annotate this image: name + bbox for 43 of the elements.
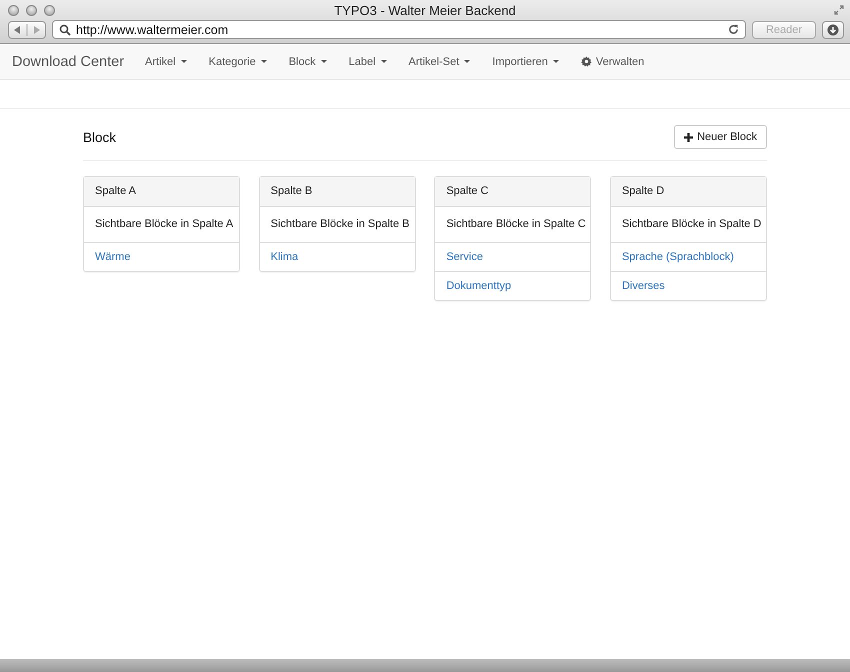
minimize-icon[interactable] <box>26 5 37 16</box>
window-title: TYPO3 - Walter Meier Backend <box>334 2 516 19</box>
panel-subtitle: Sichtbare Blöcke in Spalte A <box>94 217 234 232</box>
panel-heading: Spalte B <box>260 177 415 207</box>
download-icon <box>827 24 839 36</box>
close-icon[interactable] <box>8 5 19 16</box>
caret-icon <box>552 60 559 63</box>
caret-icon <box>180 60 187 63</box>
new-block-button[interactable]: Neuer Block <box>674 125 767 149</box>
nav-menu-item[interactable]: Label <box>338 56 398 68</box>
panel-heading: Spalte A <box>84 177 239 207</box>
block-link[interactable]: Wärme <box>95 251 130 263</box>
block-link[interactable]: Sprache (Sprachblock) <box>622 251 734 263</box>
download-button[interactable] <box>822 20 844 38</box>
fullscreen-icon[interactable] <box>834 5 844 15</box>
panel-heading: Spalte D <box>610 177 766 207</box>
caret-icon <box>260 60 267 63</box>
panel-heading: Spalte C <box>435 177 590 207</box>
search-icon <box>59 24 71 36</box>
caret-icon <box>320 60 327 63</box>
reload-icon[interactable] <box>728 24 739 35</box>
zoom-icon[interactable] <box>44 5 55 16</box>
caret-icon <box>380 60 387 63</box>
block-link[interactable]: Dokumenttyp <box>446 280 512 292</box>
brand-link[interactable]: Download Center <box>12 54 124 70</box>
page-heading: Block <box>83 130 116 144</box>
back-forward-buttons[interactable] <box>8 20 46 38</box>
address-field[interactable]: http://www.waltermeier.com <box>52 20 746 39</box>
block-link[interactable]: Klima <box>270 251 298 263</box>
panel-subtitle: Sichtbare Blöcke in Spalte D <box>620 217 762 232</box>
nav-menu-item[interactable]: Verwalten <box>570 56 656 68</box>
nav-menu-item[interactable]: Block <box>278 56 338 68</box>
plus-icon <box>684 132 694 142</box>
nav-menu-item[interactable]: Kategorie <box>198 56 278 68</box>
panel-subtitle: Sichtbare Blöcke in Spalte C <box>445 217 587 232</box>
caret-icon <box>464 60 470 63</box>
nav-menu-item[interactable]: Importieren <box>481 56 570 68</box>
panel-subtitle: Sichtbare Blöcke in Spalte B <box>270 217 410 232</box>
nav-menu-item[interactable]: Artikel <box>134 56 198 68</box>
block-link[interactable]: Service <box>446 251 483 263</box>
nav-menu-item[interactable]: Artikel-Set <box>398 56 482 68</box>
gear-icon <box>580 56 592 67</box>
block-link[interactable]: Diverses <box>622 280 665 292</box>
